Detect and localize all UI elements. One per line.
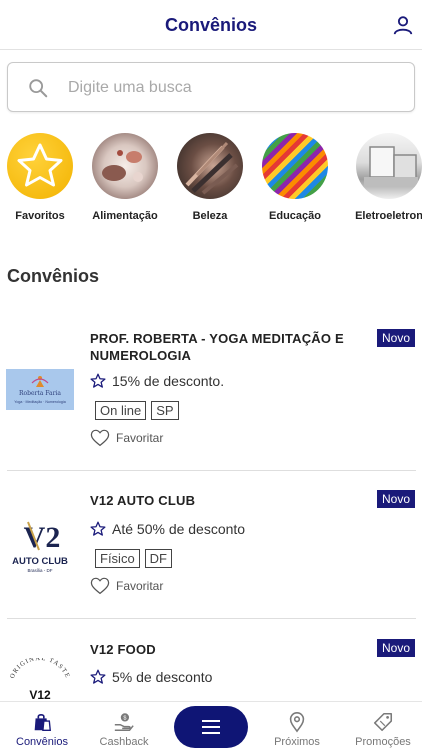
tag: Físico xyxy=(95,549,140,568)
menu-icon xyxy=(202,720,220,734)
beauty-category-image xyxy=(177,133,243,199)
nav-proximos[interactable]: Próximos xyxy=(255,702,339,750)
discount-row: 15% de desconto. xyxy=(90,373,224,389)
search-bar[interactable] xyxy=(7,62,415,112)
star-icon xyxy=(90,669,106,684)
svg-text:ORIGINAL TASTE: ORIGINAL TASTE xyxy=(9,658,71,680)
favorite-button[interactable]: Favoritar xyxy=(90,429,163,447)
nav-cashback[interactable]: $ Cashback xyxy=(82,702,166,750)
favorite-label: Favoritar xyxy=(116,431,164,445)
new-badge: Novo xyxy=(376,639,415,657)
nav-promocoes[interactable]: Promoções xyxy=(341,702,422,750)
tag: On line xyxy=(95,401,147,420)
category-alimentacao[interactable]: Alimentação xyxy=(82,133,168,222)
hand-coin-icon: $ xyxy=(114,713,134,731)
partner-name: V12 FOOD xyxy=(90,642,156,657)
category-label: Alimentação xyxy=(92,210,158,222)
search-icon xyxy=(29,79,48,98)
food-category-image xyxy=(92,133,158,199)
page-title: Convênios xyxy=(164,15,257,35)
heart-icon xyxy=(90,429,110,447)
star-icon xyxy=(90,373,106,388)
partner-logo: V2 AUTO CLUB Brasília - DF xyxy=(6,510,74,574)
tag: SP xyxy=(151,401,179,420)
logo-subtext: Yoga · Meditação · Numerologia xyxy=(14,400,65,404)
logo-text: AUTO CLUB xyxy=(12,556,68,567)
education-category-image xyxy=(262,133,328,199)
discount-row: 5% de desconto xyxy=(90,669,212,685)
category-label: Beleza xyxy=(192,210,228,222)
nav-label: Próximos xyxy=(274,736,320,748)
partner-logo: Roberta Faria Yoga · Meditação · Numerol… xyxy=(6,369,74,410)
tag-list: Físico DF xyxy=(95,549,173,568)
svg-text:$: $ xyxy=(123,716,126,722)
divider xyxy=(7,618,416,619)
partner-name: PROF. ROBERTA - YOGA MEDITAÇÃO E NUMEROL… xyxy=(90,331,344,363)
tag-list: On line SP xyxy=(95,401,179,420)
user-profile-icon[interactable] xyxy=(392,14,414,36)
discount-text: 15% de desconto. xyxy=(112,373,225,389)
nav-convenios[interactable]: Convênios xyxy=(0,702,84,750)
partner-name: V12 AUTO CLUB xyxy=(90,493,196,508)
shopping-bag-icon xyxy=(34,713,52,731)
location-pin-icon xyxy=(289,712,305,733)
discount-text: Até 50% de desconto xyxy=(112,521,246,537)
logo-arc-text: ORIGINAL TASTE xyxy=(9,658,70,680)
logo-text: Roberta Faria xyxy=(19,390,61,397)
category-carousel[interactable]: Favoritos Alimentação Beleza Educação El… xyxy=(0,133,422,233)
nav-label: Cashback xyxy=(99,736,149,748)
category-favoritos[interactable]: Favoritos xyxy=(0,133,83,222)
app-header: Convênios xyxy=(0,0,422,50)
category-label: Favoritos xyxy=(15,210,65,222)
electronics-category-image xyxy=(356,133,422,199)
logo-mark: V12 xyxy=(29,688,51,701)
category-label: Eletroeletron xyxy=(355,210,422,222)
star-icon xyxy=(17,143,63,187)
search-input[interactable] xyxy=(68,73,398,103)
discount-row: Até 50% de desconto xyxy=(90,521,245,537)
discount-text: 5% de desconto xyxy=(112,669,213,685)
category-eletroeletronicos[interactable]: Eletroeletron xyxy=(344,133,422,222)
price-tag-icon xyxy=(373,712,393,732)
category-beleza[interactable]: Beleza xyxy=(167,133,253,222)
partner-logo: ORIGINAL TASTE V12 xyxy=(6,658,74,701)
new-badge: Novo xyxy=(376,329,415,347)
nav-label: Convênios xyxy=(16,736,68,748)
nav-label: Promoções xyxy=(355,736,411,748)
section-title: Convênios xyxy=(7,266,100,286)
heart-icon xyxy=(90,577,110,595)
favorites-category-icon xyxy=(7,133,73,199)
category-educacao[interactable]: Educação xyxy=(252,133,338,222)
favorite-button[interactable]: Favoritar xyxy=(90,577,163,595)
new-badge: Novo xyxy=(376,490,415,508)
menu-button[interactable] xyxy=(174,706,248,748)
category-label: Educação xyxy=(269,210,321,222)
logo-subtext: Brasília - DF xyxy=(27,568,52,573)
tag: DF xyxy=(144,549,173,568)
divider xyxy=(7,470,416,471)
favorite-label: Favoritar xyxy=(116,579,164,593)
star-icon xyxy=(90,521,106,536)
